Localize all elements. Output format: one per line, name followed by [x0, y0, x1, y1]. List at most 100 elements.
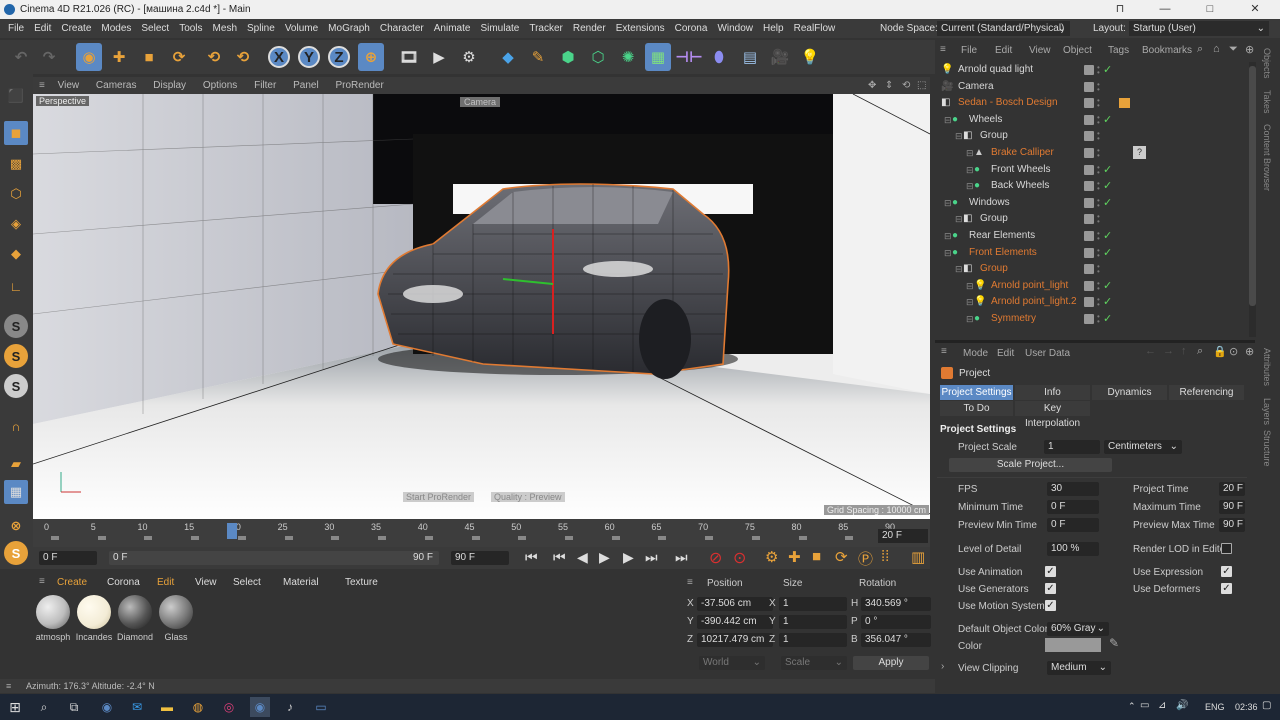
- render-settings-icon[interactable]: ⚙: [456, 43, 482, 71]
- object-menu-view[interactable]: View: [1029, 45, 1051, 56]
- fps-field[interactable]: 30: [1047, 482, 1099, 496]
- menu-select[interactable]: Select: [136, 19, 174, 38]
- object-row[interactable]: ⊟ ◧ Group • •: [937, 128, 1257, 145]
- object-name[interactable]: Symmetry: [991, 311, 1036, 327]
- default-object-color-dropdown[interactable]: 60% Gray ⌄: [1047, 622, 1109, 636]
- object-row[interactable]: ⊟ ● Symmetry • • ✓: [937, 311, 1257, 328]
- snap-settings-icon[interactable]: S: [4, 344, 28, 368]
- object-row[interactable]: ⊟ ● Back Wheels • • ✓: [937, 178, 1257, 195]
- material-menu-texture[interactable]: Texture: [345, 577, 378, 588]
- object-manager[interactable]: 💡 Arnold quad light • • ✓ 🎥 Camera • • ◧ Sedan - B…: [937, 62, 1257, 337]
- rotation-field[interactable]: 356.047 °: [861, 633, 931, 647]
- lock-icon[interactable]: 🔒: [1213, 345, 1227, 358]
- expand-toggle-icon[interactable]: ⊟: [944, 245, 952, 261]
- preview-max-field[interactable]: 90 F: [1219, 518, 1245, 532]
- tray-language[interactable]: ENG: [1205, 702, 1225, 712]
- menu-tools[interactable]: Tools: [174, 19, 207, 38]
- back-arrow-icon[interactable]: ←: [1145, 345, 1156, 357]
- menu-window[interactable]: Window: [712, 19, 758, 38]
- key-scale-icon[interactable]: ■: [812, 548, 821, 565]
- attr-menu-edit[interactable]: Edit: [997, 348, 1014, 359]
- start-prorender-label[interactable]: Start ProRender: [403, 492, 475, 502]
- undo-icon[interactable]: ↶: [8, 43, 34, 71]
- z-axis-icon[interactable]: Z: [328, 46, 350, 68]
- object-row[interactable]: ⊟ 💡 Arnold point_light.2 • • ✓: [937, 294, 1257, 311]
- render-view-icon[interactable]: 🎞: [396, 43, 422, 71]
- expand-toggle-icon[interactable]: ⊟: [966, 311, 974, 327]
- lod-field[interactable]: 100 %: [1047, 542, 1099, 556]
- object-name[interactable]: Group: [980, 128, 1008, 144]
- side-tab-attributes[interactable]: Attributes: [1262, 348, 1272, 386]
- recent-tool-2-icon[interactable]: ⟲: [230, 43, 256, 71]
- next-frame-icon[interactable]: ▶: [623, 549, 634, 566]
- side-tab-structure[interactable]: Structure: [1262, 430, 1272, 467]
- enabled-check-icon[interactable]: ✓: [1103, 311, 1112, 327]
- menu-realflow[interactable]: RealFlow: [789, 19, 841, 38]
- eyedropper-icon[interactable]: ✎: [1109, 636, 1119, 650]
- key-param-icon[interactable]: Ⓟ: [858, 548, 873, 569]
- monitor-app-icon[interactable]: ▭: [311, 697, 331, 717]
- tab-to-do[interactable]: To Do: [940, 401, 1013, 416]
- side-tab-content-browser[interactable]: Content Browser: [1262, 124, 1272, 191]
- object-row[interactable]: 💡 Arnold quad light • • ✓: [937, 62, 1257, 79]
- menu-modes[interactable]: Modes: [96, 19, 136, 38]
- object-name[interactable]: Arnold quad light: [958, 62, 1033, 78]
- current-frame-marker[interactable]: [227, 523, 237, 539]
- restore-window-icon[interactable]: ⊓: [1100, 0, 1140, 19]
- object-row[interactable]: ⊟ ● Rear Elements • • ✓: [937, 228, 1257, 245]
- pen-icon[interactable]: ✎: [525, 43, 551, 71]
- record-icon[interactable]: ⊘: [709, 548, 722, 568]
- object-name[interactable]: Sedan - Bosch Design: [958, 95, 1058, 111]
- maximize-button[interactable]: □: [1190, 0, 1230, 19]
- start-frame-field[interactable]: 0 F: [39, 551, 97, 565]
- hamburger-icon[interactable]: ≡: [6, 679, 11, 693]
- enabled-check-icon[interactable]: ✓: [1103, 178, 1112, 194]
- material-item[interactable]: atmosph: [34, 595, 72, 649]
- coord-space-dropdown[interactable]: World ⌄: [699, 656, 765, 670]
- tab-info[interactable]: Info: [1015, 385, 1090, 400]
- project-time-field[interactable]: 20 F: [1219, 482, 1245, 496]
- windows-start-icon[interactable]: ⊞: [5, 697, 25, 717]
- viewport-menu-cameras[interactable]: Cameras: [96, 77, 137, 94]
- tab-key-interpolation[interactable]: Key Interpolation: [1015, 401, 1090, 429]
- go-to-start-icon[interactable]: ⏮: [525, 549, 538, 566]
- layer-tag[interactable]: [1084, 314, 1094, 324]
- polygons-mode-icon[interactable]: ◆: [4, 242, 28, 266]
- material-menu-create[interactable]: Create: [57, 577, 87, 588]
- object-row[interactable]: ◧ Sedan - Bosch Design • •: [937, 95, 1257, 112]
- object-row[interactable]: ⊟ 💡 Arnold point_light • • ✓: [937, 278, 1257, 295]
- expand-toggle-icon[interactable]: ⊟: [966, 278, 974, 294]
- expand-toggle-icon[interactable]: ⊟: [944, 112, 952, 128]
- rotation-field[interactable]: 340.569 °: [861, 597, 931, 611]
- scale-icon[interactable]: ■: [136, 43, 162, 71]
- material-menu-material[interactable]: Material: [283, 577, 319, 588]
- menu-file[interactable]: File: [3, 19, 29, 38]
- layer-tag[interactable]: [1084, 197, 1094, 208]
- layer-tag[interactable]: [1084, 65, 1094, 75]
- app-icon[interactable]: ◎: [219, 697, 239, 717]
- object-row[interactable]: ⊟ ● Windows • • ✓: [937, 195, 1257, 212]
- cinema4d-active-icon[interactable]: ◉: [250, 697, 270, 717]
- points-mode-icon[interactable]: ⬡: [4, 182, 28, 206]
- tray-wifi-icon[interactable]: ⊿: [1158, 700, 1166, 711]
- axis-mode-icon[interactable]: ∟: [4, 274, 28, 298]
- texture-mode-icon[interactable]: ▩: [4, 152, 28, 176]
- layer-tag[interactable]: [1084, 280, 1094, 291]
- position-field[interactable]: -37.506 cm: [697, 597, 773, 611]
- forward-arrow-icon[interactable]: →: [1163, 345, 1174, 357]
- visibility-dots[interactable]: • •: [1097, 263, 1103, 276]
- object-name[interactable]: Arnold point_light.2: [991, 294, 1077, 310]
- object-name[interactable]: Camera: [958, 79, 994, 95]
- expand-toggle-icon[interactable]: ⊟: [955, 261, 963, 277]
- edges-mode-icon[interactable]: ◈: [4, 212, 28, 236]
- preview-min-field[interactable]: 0 F: [1047, 518, 1099, 532]
- enabled-check-icon[interactable]: ✓: [1103, 62, 1112, 78]
- object-menu-bookmarks[interactable]: Bookmarks: [1142, 45, 1192, 56]
- node-space-dropdown[interactable]: Current (Standard/Physical) ⌄: [937, 21, 1070, 36]
- notification-icon[interactable]: ▢: [1262, 700, 1271, 711]
- layout-dropdown[interactable]: Startup (User) ⌄: [1129, 21, 1269, 36]
- menu-mesh[interactable]: Mesh: [208, 19, 242, 38]
- menu-render[interactable]: Render: [568, 19, 611, 38]
- object-row[interactable]: ⊟ ◧ Group • •: [937, 211, 1257, 228]
- current-frame-field[interactable]: 20 F: [878, 529, 928, 543]
